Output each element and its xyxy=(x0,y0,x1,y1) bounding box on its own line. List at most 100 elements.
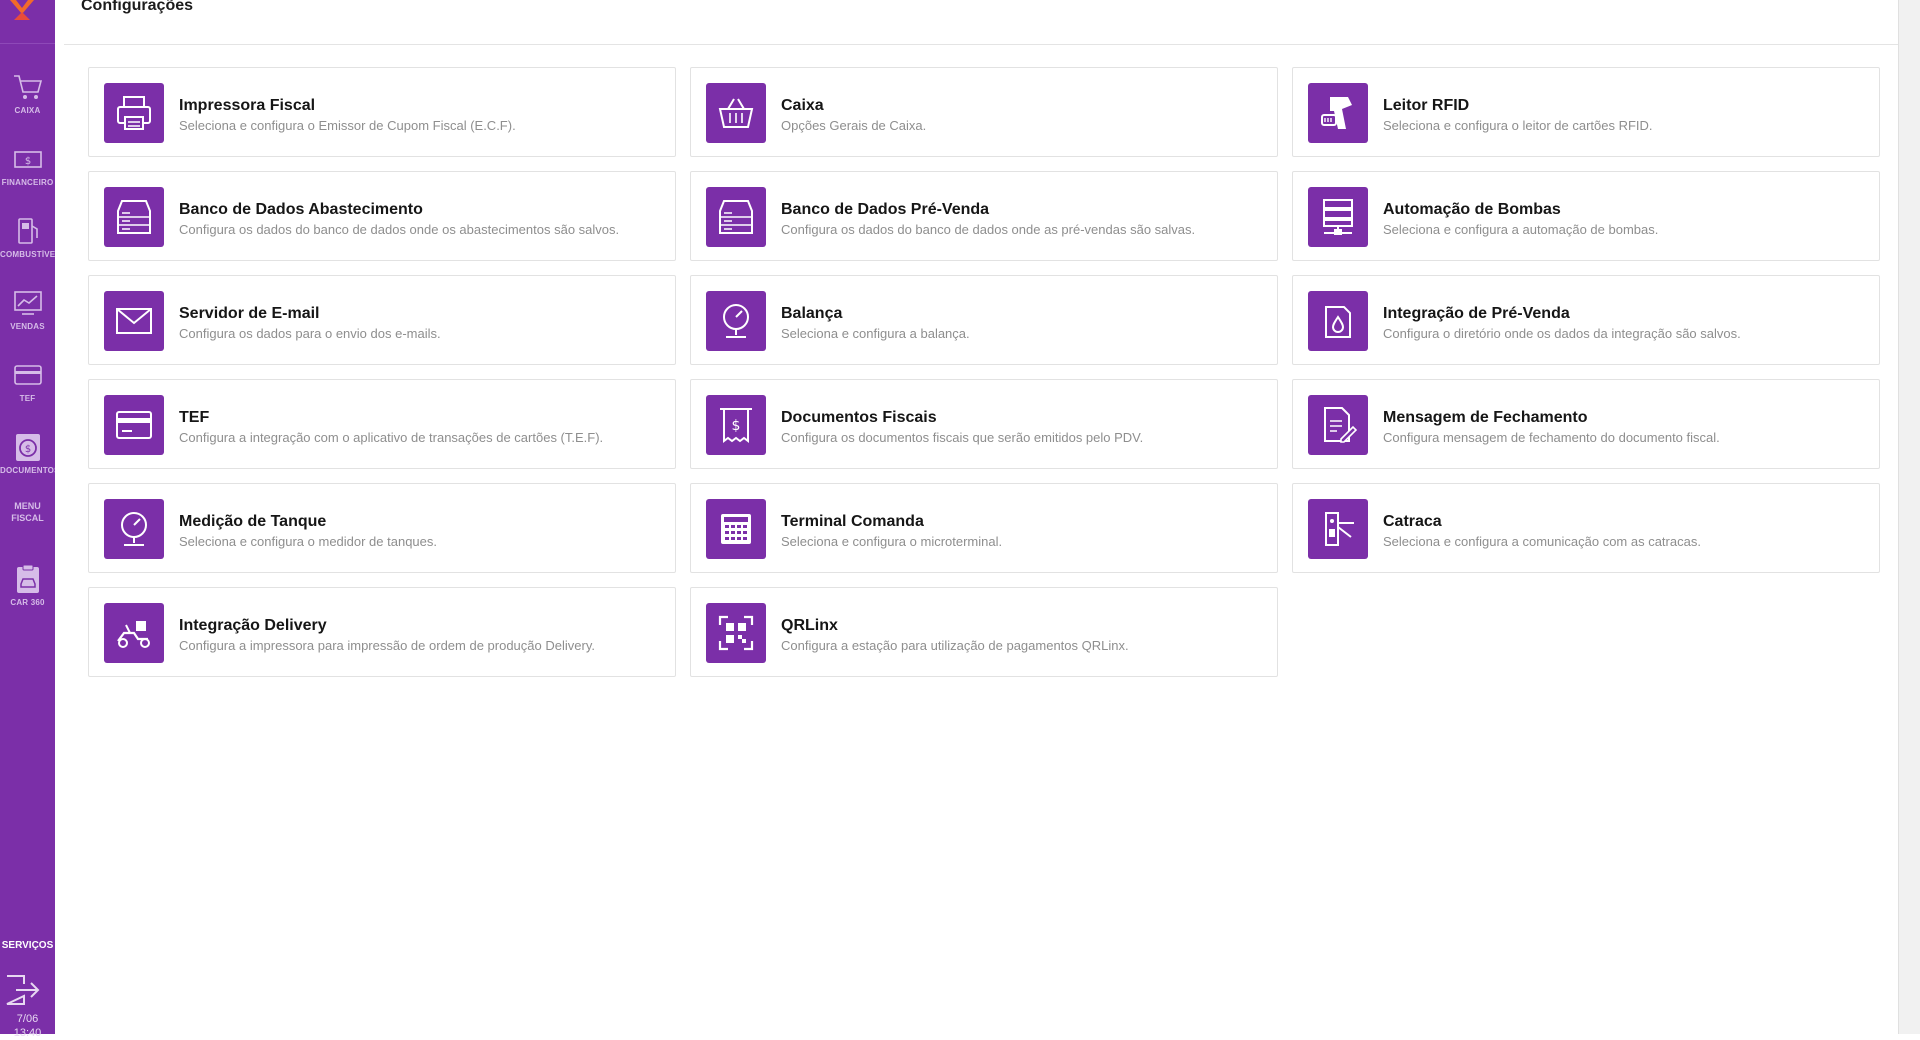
sidebar: CAIXA $ FINANCEIRO COMBUSTÍVEIS VENDAS T… xyxy=(0,0,55,1039)
svg-text:$: $ xyxy=(24,444,30,455)
card-title: Banco de Dados Pré-Venda xyxy=(781,201,990,218)
receipt-icon: $ xyxy=(720,408,752,443)
card-documentos-fiscais[interactable]: $ Documentos Fiscais Configura os docume… xyxy=(690,379,1278,469)
sidebar-item-combustiveis[interactable]: COMBUSTÍVEIS xyxy=(0,204,55,274)
qr-code-icon xyxy=(718,615,754,651)
card-title: Banco de Dados Abastecimento xyxy=(179,201,423,218)
card-description: Seleciona e configura o Emissor de Cupom… xyxy=(179,118,516,133)
gauge-icon xyxy=(121,512,147,546)
clipboard-car-icon xyxy=(16,564,39,593)
card-description: Seleciona e configura o leitor de cartõe… xyxy=(1383,118,1653,133)
card-title: Medição de Tanque xyxy=(179,513,327,530)
card-integracao-pre-venda[interactable]: Integração de Pré-Venda Configura o dire… xyxy=(1292,275,1880,365)
sidebar-item-caixa[interactable]: CAIXA xyxy=(0,60,55,130)
sidebar-item-documentos[interactable]: $ DOCUMENTOS xyxy=(0,420,55,490)
sidebar-item-label: CAIXA xyxy=(14,106,41,115)
card-description: Seleciona e configura a automação de bom… xyxy=(1383,222,1659,237)
card-medicao-tanque[interactable]: Medição de Tanque Seleciona e configura … xyxy=(88,483,676,573)
printer-icon xyxy=(117,96,151,130)
card-title: Impressora Fiscal xyxy=(179,97,316,114)
sidebar-item-car360[interactable]: CAR 360 xyxy=(0,552,55,622)
card-description: Configura os documentos fiscais que serã… xyxy=(781,430,1144,445)
brand-logo[interactable] xyxy=(0,0,55,44)
logout-icon[interactable] xyxy=(4,970,42,1010)
card-description: Seleciona e configura a comunicação com … xyxy=(1383,534,1701,549)
card-banco-abastecimento[interactable]: Banco de Dados Abastecimento Configura o… xyxy=(88,171,676,261)
card-title: Leitor RFID xyxy=(1383,97,1470,114)
card-mensagem-fechamento[interactable]: Mensagem de Fechamento Configura mensage… xyxy=(1292,379,1880,469)
fuel-pump-icon xyxy=(17,218,38,244)
card-title: Terminal Comanda xyxy=(781,513,924,530)
sidebar-item-financeiro[interactable]: $ FINANCEIRO xyxy=(0,132,55,202)
page-title: Configurações xyxy=(81,0,194,14)
sidebar-item-label: DOCUMENTOS xyxy=(0,466,55,475)
card-balanca[interactable]: Balança Seleciona e configura a balança. xyxy=(690,275,1278,365)
card-title: Integração de Pré-Venda xyxy=(1383,305,1570,322)
scale-icon xyxy=(723,304,749,338)
card-servidor-email[interactable]: Servidor de E-mail Configura os dados pa… xyxy=(88,275,676,365)
cart-icon xyxy=(13,75,42,99)
delivery-scooter-icon xyxy=(117,621,150,648)
menu-fiscal-line2: FISCAL xyxy=(11,513,44,523)
money-icon: $ xyxy=(13,151,42,168)
card-integracao-delivery[interactable]: Integração Delivery Configura a impresso… xyxy=(88,587,676,677)
sidebar-item-label: TEF xyxy=(19,394,36,403)
card-description: Configura a estação para utilização de p… xyxy=(781,638,1129,653)
sidebar-item-servicos[interactable]: SERVIÇOS xyxy=(0,940,55,951)
clock-time: 13:40 xyxy=(13,1027,42,1039)
sidebar-item-vendas[interactable]: VENDAS xyxy=(0,276,55,346)
card-description: Seleciona e configura o medidor de tanqu… xyxy=(179,534,438,549)
credit-card-icon xyxy=(116,411,152,439)
sidebar-item-menu-fiscal[interactable]: MENU FISCAL xyxy=(0,500,55,524)
card-description: Seleciona e configura o microterminal. xyxy=(781,534,1003,549)
card-title: Balança xyxy=(781,305,843,322)
sidebar-item-tef[interactable]: TEF xyxy=(0,348,55,418)
card-automacao-bombas[interactable]: Automação de Bombas Seleciona e configur… xyxy=(1292,171,1880,261)
card-description: Configura o diretório onde os dados da i… xyxy=(1383,326,1741,341)
menu-fiscal-line1: MENU xyxy=(14,501,41,511)
sidebar-item-label: VENDAS xyxy=(10,322,45,331)
sidebar-item-label: FINANCEIRO xyxy=(1,178,54,187)
coin-document-icon: $ xyxy=(15,434,40,461)
sidebar-item-label: CAR 360 xyxy=(10,598,45,607)
card-title: Caixa xyxy=(781,97,824,114)
card-title: Automação de Bombas xyxy=(1383,201,1561,218)
card-title: Mensagem de Fechamento xyxy=(1383,409,1588,426)
page-header: Configurações xyxy=(64,0,1898,45)
card-title: QRLinx xyxy=(781,617,838,634)
card-description: Configura mensagem de fechamento do docu… xyxy=(1383,430,1720,445)
svg-text:$: $ xyxy=(24,156,30,167)
basket-icon xyxy=(718,98,754,128)
keypad-icon xyxy=(721,514,751,544)
card-icon xyxy=(13,365,42,385)
svg-text:$: $ xyxy=(732,418,741,434)
card-catraca[interactable]: Catraca Seleciona e configura a comunica… xyxy=(1292,483,1880,573)
card-impressora-fiscal[interactable]: Impressora Fiscal Seleciona e configura … xyxy=(88,67,676,157)
server-network-icon xyxy=(1323,199,1353,235)
chart-monitor-icon xyxy=(13,291,42,315)
envelope-icon xyxy=(116,308,152,334)
card-description: Opções Gerais de Caixa. xyxy=(781,118,927,133)
card-terminal-comanda[interactable]: Terminal Comanda Seleciona e configura o… xyxy=(690,483,1278,573)
database-icon xyxy=(117,200,151,234)
document-edit-icon xyxy=(1324,407,1358,443)
card-title: TEF xyxy=(179,409,210,426)
card-qrlinx[interactable]: QRLinx Configura a estação para utilizaç… xyxy=(690,587,1278,677)
card-description: Seleciona e configura a balança. xyxy=(781,326,970,341)
card-description: Configura os dados do banco de dados ond… xyxy=(781,222,1196,237)
card-title: Integração Delivery xyxy=(179,617,327,634)
fuel-can-icon xyxy=(1325,306,1351,338)
turnstile-icon xyxy=(1325,512,1354,546)
card-banco-pre-venda[interactable]: Banco de Dados Pré-Venda Configura os da… xyxy=(690,171,1278,261)
card-leitor-rfid[interactable]: Leitor RFID Seleciona e configura o leit… xyxy=(1292,67,1880,157)
card-tef[interactable]: TEF Configura a integração com o aplicat… xyxy=(88,379,676,469)
card-caixa[interactable]: Caixa Opções Gerais de Caixa. xyxy=(690,67,1278,157)
logo-icon xyxy=(10,0,34,20)
card-title: Servidor de E-mail xyxy=(179,305,320,322)
card-description: Configura a impressora para impressão de… xyxy=(179,638,595,653)
card-title: Catraca xyxy=(1383,513,1442,530)
database-icon xyxy=(719,200,753,234)
card-description: Configura os dados do banco de dados ond… xyxy=(179,222,620,237)
card-description: Configura a integração com o aplicativo … xyxy=(179,430,604,445)
window-edge xyxy=(1898,0,1920,1034)
